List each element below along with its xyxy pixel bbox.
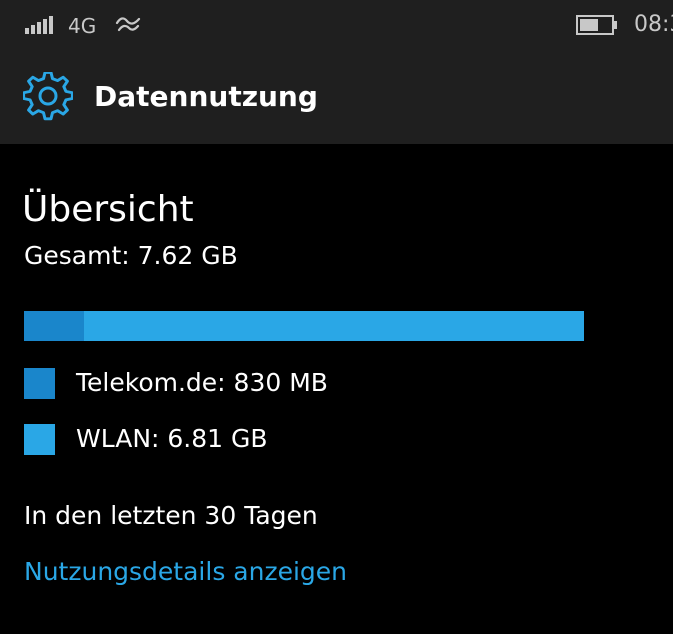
page-header: Datennutzung: [0, 52, 673, 144]
legend-swatch-wlan: [24, 423, 55, 455]
network-type-label: 4G: [68, 14, 97, 38]
legend-label-mobile: Telekom.de: 830 MB: [76, 368, 328, 397]
usage-bar: [24, 311, 584, 341]
usage-details-link[interactable]: Nutzungsdetails anzeigen: [24, 556, 347, 588]
battery-icon: [576, 15, 617, 35]
legend-item-wlan: WLAN: 6.81 GB: [24, 422, 268, 456]
page-title: Datennutzung: [94, 80, 318, 113]
legend-swatch-mobile: [24, 367, 55, 399]
status-bar: 4G 08:3: [0, 0, 673, 52]
usage-bar-mobile-segment: [24, 311, 84, 341]
section-title: Übersicht: [22, 189, 194, 230]
clock: 08:3: [634, 12, 673, 37]
legend-item-mobile: Telekom.de: 830 MB: [24, 366, 328, 400]
total-usage: Gesamt: 7.62 GB: [24, 241, 238, 270]
wifi-icon: [115, 17, 141, 32]
signal-strength-icon: [25, 16, 55, 34]
period-label: In den letzten 30 Tagen: [24, 501, 318, 530]
gear-icon: [23, 72, 73, 121]
legend-label-wlan: WLAN: 6.81 GB: [76, 424, 268, 453]
